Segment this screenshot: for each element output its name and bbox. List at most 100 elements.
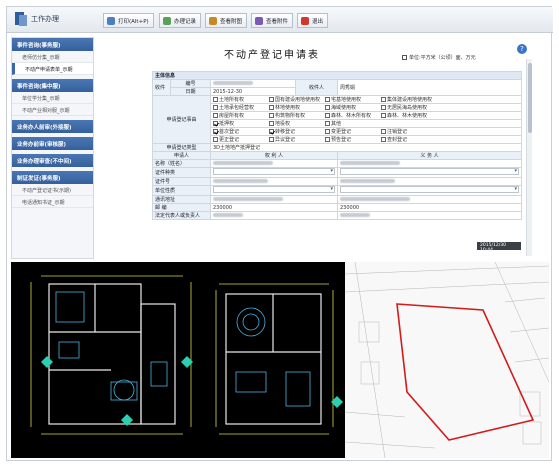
checkbox[interactable] — [269, 137, 274, 142]
reg-option[interactable]: 预告登记 — [325, 137, 381, 143]
reg-option[interactable]: 查封登记 — [381, 137, 437, 143]
reg-option[interactable]: 更正登记 — [213, 137, 269, 143]
checkbox[interactable] — [269, 105, 274, 110]
checkbox-checked[interactable] — [269, 129, 274, 134]
obligor-header: 义 务 人 — [337, 151, 522, 160]
sidebar-item-active[interactable]: 不动产申请表单_示期 — [12, 63, 93, 75]
right-option[interactable]: 森林、林木所有权 — [325, 113, 381, 119]
sidebar-item[interactable]: 单位学分集_示期 — [12, 92, 93, 104]
checkbox-checked[interactable] — [213, 129, 218, 134]
sidebar-section[interactable]: 业务办理审查(不中间) — [12, 154, 93, 167]
checkbox[interactable] — [381, 97, 386, 102]
process-record-button[interactable]: 办理记录 — [159, 13, 202, 28]
print-button-label: 打印(Alt+P) — [118, 19, 149, 25]
number-value — [210, 79, 296, 88]
checkbox[interactable] — [213, 137, 218, 142]
obligee-id-number[interactable] — [210, 177, 338, 186]
process-record-label: 办理记录 — [174, 19, 197, 25]
reg-option-label: 注销登记 — [387, 129, 408, 135]
right-option[interactable]: 土地所有权 — [213, 97, 269, 103]
obligee-name[interactable] — [210, 159, 338, 168]
obligee-id-type[interactable] — [210, 167, 338, 178]
select[interactable] — [213, 168, 335, 175]
sidebar-section[interactable]: 事件咨询(集中服) — [12, 79, 93, 92]
obligor-postal[interactable]: 230000 — [337, 203, 522, 212]
checkbox[interactable] — [381, 137, 386, 142]
unit-checkbox[interactable] — [402, 55, 407, 60]
reg-option[interactable]: 异议登记 — [269, 137, 325, 143]
scrollbar-thumb[interactable] — [528, 63, 532, 133]
date-value[interactable]: 2015-12-30 — [210, 87, 296, 96]
obligee-postal[interactable]: 230000 — [210, 203, 338, 212]
obligor-address[interactable] — [337, 195, 522, 204]
checkbox[interactable] — [381, 113, 386, 118]
sidebar-item[interactable]: 电话通知书证_示期 — [12, 196, 93, 208]
right-option[interactable]: 无居民海岛使用权 — [381, 105, 437, 111]
org-type-label: 单位性质 — [152, 185, 211, 196]
reg-option-checked[interactable]: 首次登记 — [213, 129, 269, 135]
right-option[interactable]: 土地承包经营权 — [213, 105, 269, 111]
sidebar-section[interactable]: 业务办前审(审核服) — [12, 137, 93, 150]
obligor-id-number[interactable] — [337, 177, 522, 186]
reg-option-checked[interactable]: 转移登记 — [269, 129, 325, 135]
checkbox[interactable] — [269, 121, 274, 126]
obligee-legal-rep[interactable] — [210, 211, 338, 220]
checkbox[interactable] — [325, 105, 330, 110]
view-drawing-label: 查看附图 — [220, 19, 243, 25]
checkbox[interactable] — [213, 97, 218, 102]
obligee-address[interactable] — [210, 195, 338, 204]
checkbox[interactable] — [325, 97, 330, 102]
checkbox[interactable] — [325, 121, 330, 126]
checkbox[interactable] — [325, 129, 330, 134]
right-option[interactable]: 集体建设用地使用权 — [381, 97, 437, 103]
rights-row: 土地承包经营权 林地使用权 海域使用权 无居民海岛使用权 — [210, 103, 522, 112]
select[interactable] — [340, 168, 519, 175]
checkbox[interactable] — [213, 105, 218, 110]
sidebar-section[interactable]: 制证发证(事务服) — [12, 171, 93, 184]
right-option[interactable]: 房屋所有权 — [213, 113, 269, 119]
sidebar-section[interactable]: 事件咨询(事务服) — [12, 38, 93, 51]
help-icon[interactable]: ? — [517, 44, 527, 54]
checkbox-checked[interactable] — [213, 121, 218, 126]
right-option[interactable]: 构筑物所有权 — [269, 113, 325, 119]
checkbox[interactable] — [213, 113, 218, 118]
select[interactable] — [340, 186, 519, 193]
toolbar: 工作办理 打印(Alt+P) 办理记录 查看附图 查看附件 退出 — [7, 7, 553, 33]
select[interactable] — [213, 186, 335, 193]
obligor-id-type[interactable] — [337, 167, 522, 178]
right-option[interactable]: 林地使用权 — [269, 105, 325, 111]
reg-type-value[interactable]: 3D土地地产抵押登记 — [210, 143, 522, 152]
exit-label: 退出 — [312, 19, 324, 25]
obligor-legal-rep[interactable] — [337, 211, 522, 220]
view-attachment-button[interactable]: 查看附件 — [251, 13, 294, 28]
checkbox[interactable] — [325, 113, 330, 118]
scrollbar[interactable] — [526, 59, 532, 256]
obligor-name[interactable] — [337, 159, 522, 168]
right-option[interactable]: 海域使用权 — [325, 105, 381, 111]
obligor-org-type[interactable] — [337, 185, 522, 196]
right-option-checked[interactable]: 抵押权 — [213, 121, 269, 127]
right-option[interactable]: 森林、林木使用权 — [381, 113, 437, 119]
print-button[interactable]: 打印(Alt+P) — [103, 13, 154, 28]
applicant-label: 申请人 — [152, 151, 211, 160]
sidebar-item[interactable]: 不动产业相对服_示期 — [12, 104, 93, 116]
sidebar-item[interactable]: 不动产登记证书(示期) — [12, 184, 93, 196]
right-option[interactable]: 其他 — [325, 121, 381, 127]
right-option[interactable]: 宅基地使用权 — [325, 97, 381, 103]
reg-option-label: 预告登记 — [331, 137, 352, 143]
checkbox[interactable] — [325, 137, 330, 142]
checkbox[interactable] — [269, 113, 274, 118]
exit-button[interactable]: 退出 — [297, 13, 329, 28]
obligee-org-type[interactable] — [210, 185, 338, 196]
right-option[interactable]: 地役权 — [269, 121, 325, 127]
right-option[interactable]: 国有建设用地使用权 — [269, 97, 325, 103]
sidebar-item[interactable]: 老师仿分集_示期 — [12, 51, 93, 63]
checkbox[interactable] — [269, 97, 274, 102]
checkbox[interactable] — [381, 129, 386, 134]
sidebar-section[interactable]: 业务办人前审(外接服) — [12, 120, 93, 133]
reg-option[interactable]: 注销登记 — [381, 129, 437, 135]
reg-option[interactable]: 变更登记 — [325, 129, 381, 135]
checkbox[interactable] — [381, 105, 386, 110]
obligee-header: 权 利 人 — [210, 151, 338, 160]
view-drawing-button[interactable]: 查看附图 — [205, 13, 248, 28]
